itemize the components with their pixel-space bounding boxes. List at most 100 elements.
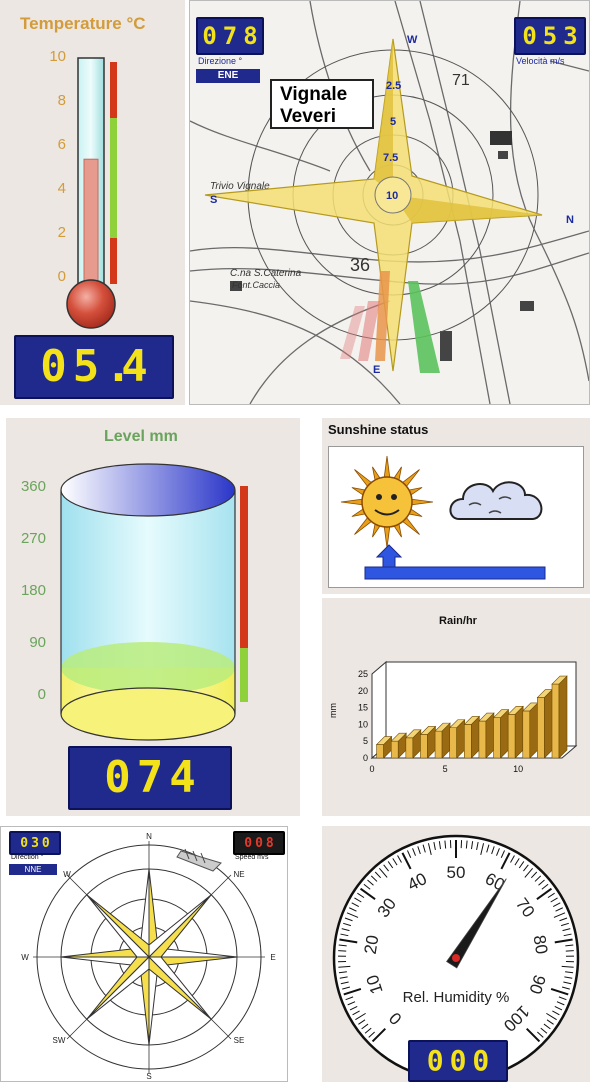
sunshine-box: [328, 446, 584, 588]
compass-west: W: [407, 34, 418, 46]
wind-vane-icon: [177, 849, 221, 871]
speed-digit: 3: [563, 24, 577, 48]
rain-bar-face: [537, 698, 544, 758]
direction-digit: 0: [202, 24, 216, 48]
map-label: 36: [350, 255, 370, 275]
rain-bar-side: [501, 710, 509, 758]
wind-map-panel: Trivio Vignale C.na S.Caterina Font.Cacc…: [189, 0, 590, 405]
rain-gauge-cylinder-icon: [6, 454, 300, 754]
rain-ytick: 20: [358, 686, 368, 696]
humidity-tick: [338, 951, 346, 952]
rain-bar-side: [530, 703, 538, 758]
small-direction-digit: 3: [31, 837, 39, 850]
place-label: Vignale Veveri: [270, 79, 374, 129]
small-speed-display: 0 0 8: [233, 831, 285, 855]
small-direction-text: NNE: [9, 864, 57, 875]
temperature-title: Temperature °C: [20, 14, 146, 34]
thermometer-icon: [0, 40, 185, 380]
rain-ytick: 25: [358, 669, 368, 679]
rain-bar-face: [494, 718, 501, 758]
map-label: 71: [452, 72, 470, 89]
rain-bar-face: [464, 724, 471, 758]
rain-xtick: 10: [513, 764, 523, 774]
compass-east: E: [373, 364, 380, 376]
temperature-display: 0 5 . 4: [14, 335, 174, 399]
rain-bar-face: [391, 741, 398, 758]
speed-digit: 5: [543, 24, 557, 48]
rain-bar: [537, 690, 552, 758]
small-speed-label: Speed m/s: [235, 854, 268, 861]
humidity-display: 0 0 0: [408, 1040, 508, 1082]
compass-north: N: [566, 214, 574, 226]
sunshine-panel: Sunshine status: [322, 418, 590, 594]
rain-ytick: 15: [358, 703, 368, 713]
rain-chart-panel: Rain/hr mm 2520151050 0510: [322, 598, 590, 816]
rose-label-s: S: [146, 1072, 151, 1081]
rain-chart: Rain/hr mm 2520151050 0510: [322, 598, 590, 816]
rose-ring-label: 10: [386, 190, 398, 202]
small-direction-digit: 0: [42, 837, 50, 850]
level-display: 0 7 4: [68, 746, 232, 810]
temperature-digit: 5: [73, 345, 100, 389]
place-name-line: Vignale: [280, 84, 372, 106]
rose-ring-label: 7.5: [383, 152, 398, 164]
humidity-panel: 0102030405060708090100 Rel. Humidity % 0…: [322, 826, 590, 1082]
humidity-tick-label: 50: [447, 863, 466, 882]
humidity-digit: 0: [427, 1047, 444, 1075]
temperature-digit: 4: [121, 345, 148, 389]
sun-icon: [341, 456, 433, 548]
humidity-digit: 0: [472, 1047, 489, 1075]
temperature-panel: Temperature °C 1086420 0 5 . 4: [0, 0, 185, 405]
rain-bar-side: [515, 706, 523, 758]
direction-text: ENE: [196, 69, 260, 83]
speed-display: 0 5 3: [514, 17, 586, 55]
rain-bar-face: [420, 734, 427, 758]
cloud-icon: [450, 482, 541, 519]
map-label: Font.Caccia: [232, 280, 280, 290]
sunshine-indicator-icon: [365, 545, 545, 579]
humidity-tick-label: 80: [530, 934, 552, 956]
small-speed-digit: 8: [266, 837, 274, 850]
direction-digit: 7: [223, 24, 237, 48]
level-digit: 7: [137, 756, 164, 800]
rain-ytick: 0: [363, 753, 368, 763]
temperature-digit: .: [105, 345, 115, 389]
rain-bar: [523, 703, 538, 758]
rain-bar-side: [559, 676, 567, 758]
direction-digit: 8: [243, 24, 257, 48]
rain-bar-face: [406, 738, 413, 758]
wind-rose-panel: N NE E SE S SW W W 0 3 0 Direction ° NNE…: [0, 826, 288, 1082]
sunshine-title: Sunshine status: [328, 422, 428, 437]
rain-title: Rain/hr: [439, 615, 478, 627]
rain-xtick: 0: [369, 764, 374, 774]
compass-south: S: [210, 194, 217, 206]
speed-digit: 0: [522, 24, 536, 48]
rain-ytick: 10: [358, 719, 368, 729]
humidity-tick-label: 20: [361, 934, 383, 956]
rose-ring-label: 5: [390, 116, 396, 128]
rain-bar: [494, 710, 509, 758]
small-direction-display: 0 3 0: [9, 831, 61, 855]
level-digit: 0: [104, 756, 131, 800]
direction-label: Direzione °: [198, 56, 242, 66]
rain-ylabel: mm: [328, 703, 338, 718]
level-title: Level mm: [104, 428, 178, 446]
rain-bar-face: [479, 721, 486, 758]
rain-bar: [450, 720, 465, 758]
rose-label-se: SE: [234, 1036, 245, 1045]
humidity-tick: [566, 951, 574, 952]
small-direction-label: Direction °: [11, 854, 43, 861]
rain-bar-face: [508, 714, 515, 758]
rain-bar: [508, 706, 523, 758]
rain-bar-face: [450, 728, 457, 758]
rain-bar: [464, 716, 479, 758]
rose-label-n: N: [146, 832, 152, 841]
rose-label-nw: W: [63, 870, 71, 879]
small-speed-digit: 0: [255, 837, 263, 850]
sun-ray: [384, 456, 390, 478]
temperature-digit: 0: [40, 345, 67, 389]
rain-bar-face: [377, 745, 384, 758]
rain-xtick: 5: [443, 764, 448, 774]
place-name-line: Veveri: [280, 106, 372, 128]
level-panel: Level mm 360270180900 0 7 4: [6, 418, 300, 816]
